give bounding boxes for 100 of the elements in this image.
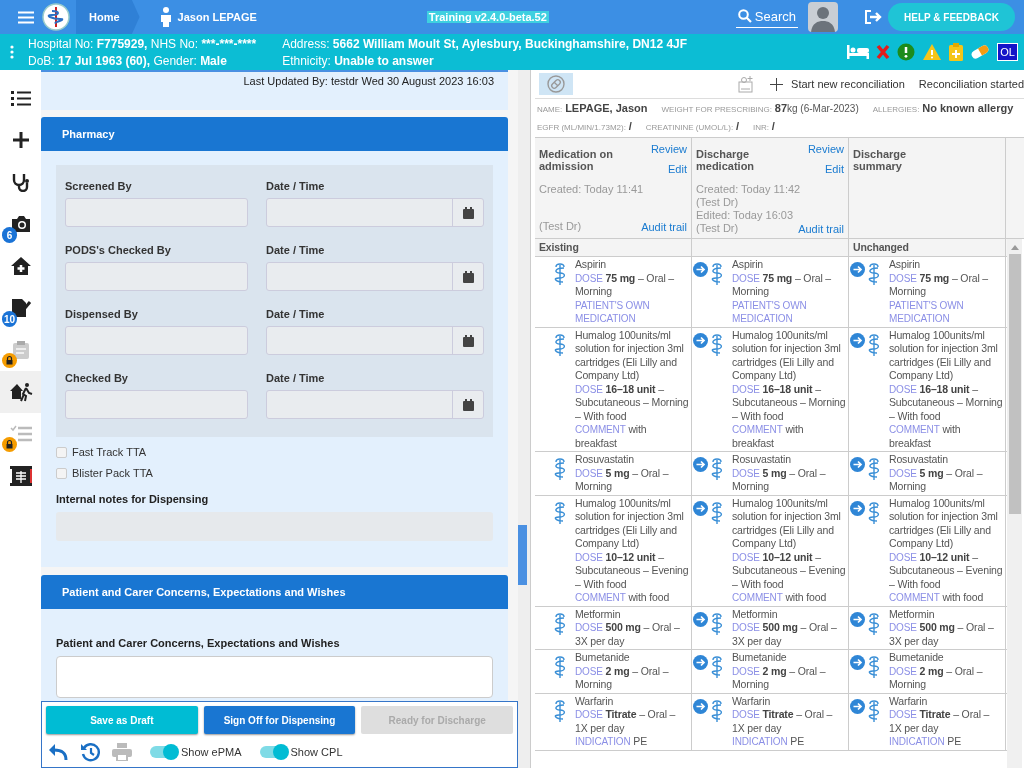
date-field[interactable] — [266, 262, 484, 291]
text-field[interactable] — [65, 390, 248, 419]
dose-text: DOSE 5 mg – Oral – Morning — [889, 466, 984, 494]
calendar-icon[interactable] — [462, 398, 474, 411]
sidebar-item[interactable] — [0, 371, 41, 413]
summary-meta: Edited: Today 16:03 — [696, 209, 795, 222]
action-button[interactable]: Sign Off for Dispensing — [203, 706, 356, 734]
summary-link[interactable]: Edit — [668, 163, 687, 175]
date-field[interactable] — [266, 198, 484, 227]
date-field[interactable] — [266, 390, 484, 419]
arrow-circle-icon[interactable] — [850, 500, 865, 516]
field-label: Screened By — [65, 180, 133, 192]
date-field[interactable] — [266, 326, 484, 355]
menu-icon[interactable] — [18, 10, 34, 24]
undo-icon[interactable] — [48, 743, 68, 761]
medication-name: Bumetanide — [732, 651, 788, 665]
pill-icon — [547, 75, 565, 93]
clipboard-plus-icon[interactable] — [949, 43, 964, 61]
patient-detail: Address: 5662 William Moult St, Aylesbury, Buckinghamshire, DN12 4JF — [282, 36, 688, 51]
logout-icon[interactable] — [864, 9, 882, 25]
warning-icon[interactable] — [922, 43, 943, 61]
medication-note: INDICATION PE — [889, 735, 963, 749]
summary-link[interactable]: Edit — [825, 163, 844, 175]
help-feedback-button[interactable]: HELP & FEEDBACK — [888, 3, 1015, 31]
avatar-icon[interactable] — [808, 2, 838, 32]
arrow-circle-icon[interactable] — [693, 457, 708, 472]
arrow-circle-icon[interactable] — [693, 611, 708, 627]
toggle-switch[interactable] — [150, 746, 177, 758]
audit-trail-link[interactable]: Audit trail — [641, 221, 687, 233]
arrow-circle-icon[interactable] — [850, 457, 865, 472]
link-button[interactable] — [539, 73, 573, 95]
calendar-icon[interactable] — [462, 334, 474, 347]
medication-note: INDICATION PE — [575, 735, 649, 749]
arrow-circle-icon[interactable] — [693, 262, 708, 277]
arrow-circle-icon[interactable] — [850, 262, 865, 277]
checklist-icon — [9, 425, 32, 443]
arrow-circle-icon[interactable] — [850, 698, 865, 714]
field-label: Dispensed By — [65, 308, 139, 320]
medication-note: PATIENT'S OWN MEDICATION — [889, 298, 965, 326]
plus-icon — [770, 77, 784, 91]
dose-text: DOSE 5 mg – Oral – Morning — [575, 466, 670, 494]
checkbox[interactable] — [56, 446, 67, 458]
medication-note: COMMENT with breakfast — [575, 423, 648, 450]
arrow-circle-icon[interactable] — [693, 655, 708, 670]
medication-note: COMMENT with food — [575, 591, 671, 605]
summary-meta: (Test Dr) — [539, 220, 582, 233]
arrow-circle-icon[interactable] — [850, 655, 865, 670]
column-header: Unchanged — [853, 241, 909, 253]
scrollbar[interactable] — [1007, 239, 1022, 768]
dose-text: DOSE 500 mg – Oral – 3X per day — [889, 621, 995, 648]
medication-name: Humalog 100units/ml solution for injection 3ml cartridges (Eli Lilly and Company Ltd) — [575, 496, 685, 551]
audit-trail-link[interactable]: Audit trail — [798, 223, 844, 235]
bed-icon[interactable] — [847, 45, 870, 59]
text-field[interactable] — [65, 262, 248, 291]
text-field[interactable] — [65, 326, 248, 355]
calendar-icon[interactable] — [462, 206, 474, 219]
sidebar-item[interactable]: 6 — [0, 203, 41, 245]
arrow-circle-icon[interactable] — [693, 698, 708, 714]
arrow-circle-icon[interactable] — [693, 332, 708, 348]
summary-link[interactable]: Review — [807, 143, 844, 155]
text-field[interactable] — [65, 198, 248, 227]
medication-name: Aspirin — [732, 258, 765, 272]
medication-note: COMMENT with food — [732, 591, 828, 605]
more-icon[interactable] — [10, 45, 14, 59]
checkbox[interactable] — [56, 467, 67, 479]
history-icon[interactable] — [80, 742, 100, 762]
action-button[interactable]: Save as Draft — [46, 706, 198, 734]
section-header[interactable]: Patient and Carer Concerns, Expectations and Wishes — [41, 575, 508, 609]
cross-icon[interactable] — [876, 44, 891, 60]
exclamation-icon[interactable] — [897, 43, 916, 61]
patient-info: ALLERGIES: No known allergy — [872, 101, 1014, 116]
ol-badge[interactable]: OL — [997, 43, 1018, 61]
section-header[interactable]: Pharmacy — [41, 117, 508, 151]
medication-note: INDICATION PE — [732, 735, 806, 749]
scroll-up-icon[interactable] — [1010, 244, 1019, 250]
scrollbar-thumb[interactable] — [518, 525, 527, 585]
medication-note: COMMENT with food — [889, 591, 985, 605]
patient-info: NAME: LEPAGE, Jason — [537, 101, 648, 116]
logo-icon[interactable] — [42, 3, 70, 31]
sidebar-item[interactable]: 10 — [0, 287, 41, 329]
pill-icon[interactable] — [970, 45, 991, 59]
dose-text: DOSE 2 mg – Oral – Morning — [732, 664, 827, 692]
dose-text: DOSE Titrate – Oral – 1X per day — [889, 708, 991, 735]
arrow-circle-icon[interactable] — [850, 611, 865, 627]
search-link[interactable]: Search — [735, 6, 798, 28]
medication-name: Bumetanide — [889, 651, 945, 665]
arrow-circle-icon[interactable] — [850, 332, 865, 348]
arrow-circle-icon[interactable] — [693, 500, 708, 516]
summary-link[interactable]: Review — [650, 143, 687, 155]
column-header: Existing — [539, 241, 579, 253]
start-reconciliation-link[interactable]: Start new reconciliation — [770, 77, 905, 91]
frame-icon — [9, 466, 32, 486]
home-breadcrumb[interactable]: Home — [76, 0, 140, 34]
calendar-icon[interactable] — [462, 270, 474, 283]
medication-name: Metformin — [732, 607, 779, 621]
medication-name: Humalog 100units/ml solution for injection 3ml cartridges (Eli Lilly and Company Ltd) — [575, 328, 685, 383]
patient-info: CREATININE (UMOL/L): / — [645, 119, 739, 134]
medication-name: Warfarin — [732, 694, 772, 708]
toggle-switch[interactable] — [259, 746, 287, 758]
summary-meta: Created: Today 11:41 — [539, 183, 645, 196]
